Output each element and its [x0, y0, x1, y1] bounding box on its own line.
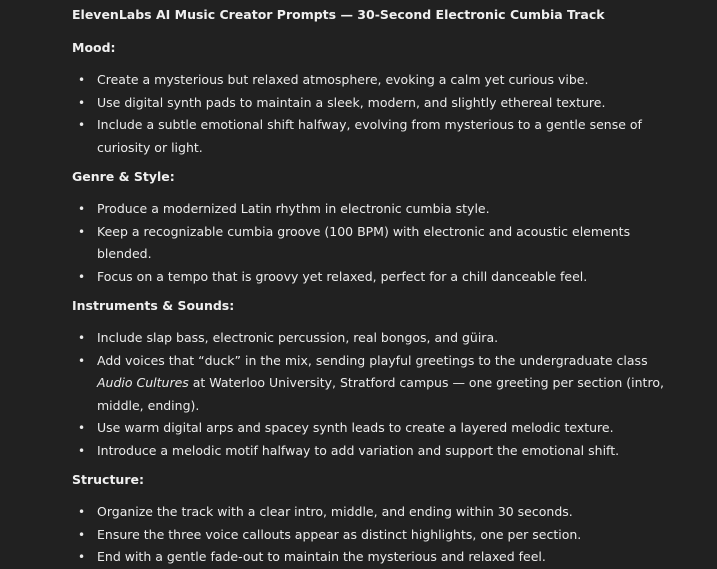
list-item: • Create a mysterious but relaxed atmosph…: [72, 69, 672, 92]
list-item: • Organize the track with a clear intro, …: [72, 501, 672, 524]
bullet-list: • Create a mysterious but relaxed atmosph…: [72, 69, 672, 159]
section: Structure: • Organize the track with a cle…: [72, 472, 717, 569]
bullet-list: • Produce a modernized Latin rhythm in el…: [72, 198, 672, 288]
list-item: • Include slap bass, electronic percussio…: [72, 327, 672, 350]
list-item: • Include a subtle emotional shift halfwa…: [72, 114, 672, 159]
bullet-icon: •: [78, 421, 86, 435]
section-heading: Mood:: [72, 40, 116, 55]
bullet-icon: •: [78, 527, 86, 542]
bullet-list: • Include slap bass, electronic percussio…: [72, 327, 672, 462]
list-item-text: Add voices that “duck” in the mix, sendi…: [97, 352, 648, 368]
list-item: • Add voices that “duck” in the mix, send…: [72, 350, 672, 418]
list-item: • Produce a modernized Latin rhythm in el…: [72, 198, 672, 221]
list-item: • Introduce a melodic motif halfway to ad…: [72, 440, 672, 463]
bullet-icon: •: [78, 95, 86, 110]
section-heading: Instruments & Sounds:: [72, 298, 235, 313]
list-item-text: Create a mysterious but relaxed atmosphe…: [97, 72, 589, 87]
section: Mood: • Create a mysterious but relaxed at…: [72, 40, 717, 159]
list-item: • Use warm digital arps and spacey synth …: [72, 417, 672, 440]
list-item: • Keep a recognizable cumbia groove (100 …: [72, 221, 672, 266]
bullet-icon: •: [78, 443, 86, 458]
list-item-text: Include a subtle emotional shift halfway…: [97, 117, 642, 155]
bullet-list: • Organize the track with a clear intro, …: [72, 501, 672, 569]
bullet-icon: •: [78, 269, 86, 284]
bullet-icon: •: [78, 331, 86, 345]
list-item-text: Produce a modernized Latin rhythm in ele…: [97, 201, 490, 216]
bullet-icon: •: [78, 118, 86, 132]
list-item: • Use digital synth pads to maintain a sl…: [72, 92, 672, 115]
list-item-text: Focus on a tempo that is groovy yet rela…: [97, 268, 588, 284]
section-heading: Genre & Style:: [72, 169, 175, 184]
list-item-emphasis: Audio Cultures: [97, 375, 189, 390]
document-title: ElevenLabs AI Music Creator Prompts — 30…: [72, 7, 605, 22]
bullet-icon: •: [78, 353, 86, 368]
list-item: • Focus on a tempo that is groovy yet rel…: [72, 266, 672, 289]
bullet-icon: •: [78, 73, 86, 87]
section: Instruments & Sounds: • Include slap bass,…: [72, 298, 717, 462]
section: Genre & Style: • Produce a modernized Lati…: [72, 169, 717, 288]
sections-container: Mood: • Create a mysterious but relaxed at…: [72, 40, 717, 569]
bullet-icon: •: [78, 505, 86, 519]
list-item: • Ensure the three voice callouts appear …: [72, 524, 672, 547]
list-item-text: Keep a recognizable cumbia groove (100 B…: [97, 223, 631, 262]
list-item-text: End with a gentle fade-out to maintain t…: [97, 549, 546, 564]
bullet-icon: •: [78, 202, 86, 216]
bullet-icon: •: [78, 224, 86, 239]
list-item-text: Use warm digital arps and spacey synth l…: [97, 420, 614, 435]
list-item-text: Ensure the three voice callouts appear a…: [97, 526, 582, 542]
bullet-icon: •: [78, 550, 86, 564]
list-item-text: Organize the track with a clear intro, m…: [97, 504, 573, 519]
list-item: • End with a gentle fade-out to maintain …: [72, 546, 672, 569]
section-heading: Structure:: [72, 472, 144, 487]
list-item-text: Introduce a melodic motif halfway to add…: [97, 442, 620, 458]
document: ElevenLabs AI Music Creator Prompts — 30…: [0, 0, 717, 564]
list-item-text: Include slap bass, electronic percussion…: [97, 330, 499, 345]
list-item-text: Use digital synth pads to maintain a sle…: [97, 94, 606, 110]
